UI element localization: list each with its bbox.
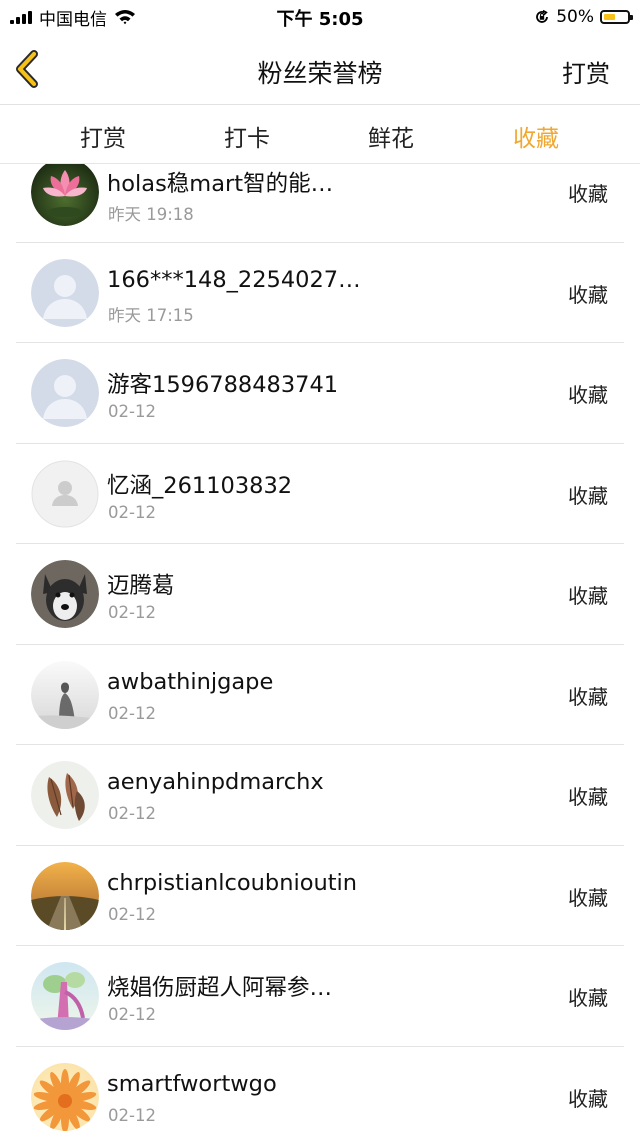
orange-flower-avatar xyxy=(31,1062,99,1131)
action-label: 收藏 xyxy=(568,684,608,709)
husky-dog-avatar xyxy=(31,560,99,628)
tab-bar: 打赏 打卡 鲜花 收藏 xyxy=(0,105,640,164)
avatar[interactable] xyxy=(31,861,99,930)
action-label: 收藏 xyxy=(568,885,608,910)
fan-row[interactable]: aenyahinpdmarchx 02-12 收藏 xyxy=(16,745,624,846)
orientation-lock-icon xyxy=(536,9,549,23)
nav-bar: 粉丝荣誉榜 打赏 xyxy=(0,34,640,105)
action-label: 收藏 xyxy=(568,986,608,1010)
avatar[interactable] xyxy=(31,660,99,729)
battery-percent: 50% xyxy=(556,7,594,27)
fan-row[interactable]: 166***148_2254027… 昨天 17:15 收藏 xyxy=(16,243,624,343)
avatar[interactable] xyxy=(31,258,99,327)
avatar[interactable] xyxy=(31,560,99,628)
default-user-avatar xyxy=(31,359,99,427)
pink-tree-avatar xyxy=(31,962,99,1030)
tab-checkin[interactable]: 打卡 xyxy=(197,119,297,153)
fan-row[interactable]: 游客1596788483741 02-12 收藏 xyxy=(16,343,624,444)
fan-name: 166***148_2254027… xyxy=(107,266,361,293)
fan-date: 02-12 xyxy=(108,703,156,723)
action-label: 收藏 xyxy=(568,785,608,809)
action-label: 收藏 xyxy=(568,1086,608,1111)
fan-date: 02-12 xyxy=(108,1005,156,1024)
avatar[interactable] xyxy=(31,761,99,829)
tab-reward[interactable]: 打赏 xyxy=(53,119,153,153)
fan-name: 游客1596788483741 xyxy=(107,372,339,398)
fan-list-inner: holas稳mart智的能… 昨天 19:18 收藏 166***148_225402… xyxy=(16,164,624,1138)
dry-leaves-avatar xyxy=(31,761,99,829)
avatar[interactable] xyxy=(31,164,99,226)
fan-date: 昨天 17:15 xyxy=(108,305,194,325)
avatar[interactable] xyxy=(31,1062,99,1131)
fan-name: 忆涵_261103832 xyxy=(107,472,293,499)
status-bar: 中国电信 下午 5:05 50% xyxy=(0,0,640,34)
fan-row[interactable]: holas稳mart智的能… 昨天 19:18 收藏 xyxy=(16,164,624,243)
fan-date: 02-12 xyxy=(108,904,156,924)
fan-row[interactable]: awbathinjgape 02-12 收藏 xyxy=(16,645,624,745)
fan-date: 02-12 xyxy=(108,502,156,522)
fan-date: 02-12 xyxy=(108,603,156,622)
avatar[interactable] xyxy=(31,359,99,427)
reward-button[interactable]: 打赏 xyxy=(562,54,610,89)
sunset-road-avatar xyxy=(31,861,99,930)
tab-favorites[interactable]: 收藏 xyxy=(486,119,586,153)
action-label: 收藏 xyxy=(568,483,608,508)
fan-date: 02-12 xyxy=(108,804,156,823)
fan-row[interactable]: 忆涵_261103832 02-12 收藏 xyxy=(16,444,624,544)
fan-row[interactable]: smartfwortwgo 02-12 收藏 xyxy=(16,1047,624,1138)
fan-name: holas稳mart智的能… xyxy=(107,171,334,197)
action-label: 收藏 xyxy=(568,182,608,206)
default-user-avatar xyxy=(31,258,99,327)
status-right: 50% xyxy=(534,6,633,28)
fan-name: 迈腾葛 xyxy=(107,573,175,599)
lotus-avatar xyxy=(31,164,99,226)
battery-icon xyxy=(600,10,633,24)
girl-silhouette-avatar xyxy=(31,660,99,729)
action-label: 收藏 xyxy=(568,584,608,608)
action-label: 收藏 xyxy=(568,383,608,407)
fan-date: 02-12 xyxy=(108,1105,156,1125)
grey-user-avatar xyxy=(31,460,99,527)
fan-row[interactable]: 烧娼伤厨超人阿幂参… 02-12 收藏 xyxy=(16,946,624,1047)
page-title: 粉丝荣誉榜 xyxy=(257,59,383,88)
fan-name: 烧娼伤厨超人阿幂参… xyxy=(107,975,333,1001)
fan-name: chrpistianlcoubnioutin xyxy=(107,869,358,896)
fan-row[interactable]: chrpistianlcoubnioutin 02-12 收藏 xyxy=(16,846,624,946)
fan-date: 昨天 19:18 xyxy=(108,205,194,224)
fan-name: awbathinjgape xyxy=(107,668,274,695)
fan-name: aenyahinpdmarchx xyxy=(107,769,324,795)
avatar[interactable] xyxy=(31,962,99,1030)
avatar[interactable] xyxy=(31,460,99,528)
fan-list[interactable]: holas稳mart智的能… 昨天 19:18 收藏 166***148_225402… xyxy=(16,164,624,1138)
action-label: 收藏 xyxy=(568,282,608,307)
fan-name: smartfwortwgo xyxy=(107,1070,277,1097)
fan-row[interactable]: 迈腾葛 02-12 收藏 xyxy=(16,544,624,645)
fan-date: 02-12 xyxy=(108,402,156,421)
tab-flowers[interactable]: 鲜花 xyxy=(341,119,441,153)
